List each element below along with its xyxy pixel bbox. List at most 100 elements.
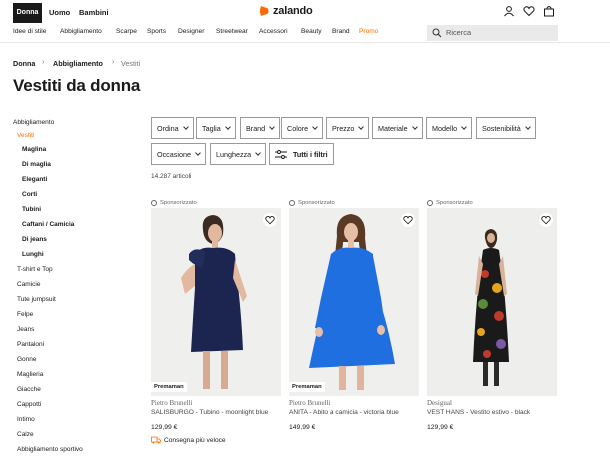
product-image[interactable]: Premaman — [289, 208, 419, 396]
product-name: ANITA - Abito a camicia - victoria blue — [289, 409, 399, 416]
sponsored-label: Sponsorizzato — [151, 197, 281, 208]
wishlist-button[interactable] — [539, 213, 553, 227]
nav-brand[interactable]: Brand — [332, 28, 350, 35]
nav-idee-di-stile[interactable]: Idee di stile — [13, 28, 46, 35]
sidebar-item-gonne[interactable]: Gonne — [17, 356, 37, 363]
user-icon[interactable] — [503, 5, 515, 17]
sidebar-item-tshirt-top[interactable]: T-shirt e Top — [17, 266, 53, 273]
zalando-logo[interactable]: zalando — [259, 5, 313, 17]
breadcrumb-vestiti: Vestiti — [121, 59, 141, 68]
heart-icon[interactable] — [523, 5, 535, 17]
search-input[interactable]: Ricerca — [427, 25, 558, 41]
sidebar-item-vestiti[interactable]: Vestiti — [17, 132, 34, 139]
nav-promo[interactable]: Promo — [359, 28, 378, 35]
all-filters-label: Tutti i filtri — [293, 149, 328, 159]
sidebar-item-camicie[interactable]: Camicie — [17, 281, 40, 288]
sidebar-item-abbigliamento[interactable]: Abbigliamento — [13, 119, 54, 126]
nav-designer[interactable]: Designer — [178, 28, 204, 35]
info-icon — [289, 199, 295, 206]
heart-icon — [541, 216, 551, 225]
info-icon — [151, 199, 157, 206]
filter-modello[interactable]: Modello — [426, 117, 473, 139]
product-image[interactable] — [427, 208, 557, 396]
bag-icon[interactable] — [543, 5, 555, 17]
wishlist-button[interactable] — [401, 213, 415, 227]
sidebar-item-felpe[interactable]: Felpe — [17, 311, 33, 318]
nav-sports[interactable]: Sports — [147, 28, 166, 35]
product-brand: Pietro Brunelli — [151, 399, 193, 407]
sidebar-sub-di-maglia[interactable]: Di maglia — [22, 161, 51, 168]
chevron-down-icon — [182, 123, 189, 130]
sidebar-sub-caftani-camicia[interactable]: Caftani / Camicia — [22, 221, 74, 228]
gender-tab-donna[interactable]: Donna — [13, 3, 42, 23]
article-count: 14.287 articoli — [151, 173, 192, 180]
sidebar-sub-maglina[interactable]: Maglina — [22, 146, 46, 153]
filter-lunghezza[interactable]: Lunghezza — [210, 143, 267, 165]
chevron-down-icon — [269, 123, 276, 130]
sponsored-label: Sponsorizzato — [427, 197, 557, 208]
filter-label: Materiale — [378, 123, 408, 133]
search-icon — [432, 28, 442, 38]
sidebar-item-intimo[interactable]: Intimo — [17, 416, 35, 423]
nav-beauty[interactable]: Beauty — [301, 28, 322, 35]
nav-abbigliamento[interactable]: Abbigliamento — [60, 28, 102, 35]
filter-occasione[interactable]: Occasione — [151, 143, 206, 165]
filter-label: Taglia — [202, 123, 221, 133]
delivery-text: Consegna più veloce — [164, 436, 226, 444]
sidebar-item-abbigliamento-sportivo[interactable]: Abbigliamento sportivo — [17, 446, 83, 453]
filter-sostenibilita[interactable]: Sostenibilità — [476, 117, 536, 139]
nav-accessori[interactable]: Accessori — [259, 28, 288, 35]
breadcrumb-donna[interactable]: Donna — [13, 59, 35, 68]
chevron-down-icon — [524, 123, 531, 130]
sidebar-item-pantaloni[interactable]: Pantaloni — [17, 341, 44, 348]
product-brand: Desigual — [427, 399, 452, 407]
chevron-down-icon — [255, 149, 262, 156]
nav-streetwear[interactable]: Streetwear — [216, 28, 248, 35]
model-photo — [427, 208, 557, 396]
filter-colore[interactable]: Colore — [281, 117, 324, 139]
product-card[interactable]: Sponsorizzato Premaman Pietro Brunelli S… — [151, 197, 281, 444]
filter-brand[interactable]: Brand — [240, 117, 281, 139]
sidebar-item-tute-jumpsuit[interactable]: Tute jumpsuit — [17, 296, 56, 303]
sidebar-sub-tubini[interactable]: Tubini — [22, 206, 41, 213]
product-badge: Premaman — [289, 382, 325, 392]
product-name: SALISBURGO - Tubino - moonlight blue — [151, 409, 269, 416]
chevron-right-icon: › — [42, 59, 45, 66]
filter-label: Prezzo — [332, 123, 355, 133]
sidebar-sub-lunghi[interactable]: Lunghi — [22, 251, 44, 258]
sidebar-item-calze[interactable]: Calze — [17, 431, 34, 438]
filter-prezzo[interactable]: Prezzo — [326, 117, 370, 139]
all-filters-button[interactable]: Tutti i filtri — [269, 143, 334, 165]
gender-tab-uomo[interactable]: Uomo — [49, 3, 70, 23]
chevron-down-icon — [312, 123, 319, 130]
filter-label: Brand — [246, 123, 266, 133]
product-card[interactable]: Sponsorizzato Premaman Pietro Brunelli A… — [289, 197, 419, 431]
wishlist-button[interactable] — [263, 213, 277, 227]
sidebar-item-jeans[interactable]: Jeans — [17, 326, 34, 333]
filter-materiale[interactable]: Materiale — [372, 117, 423, 139]
sidebar-item-maglieria[interactable]: Maglieria — [17, 371, 43, 378]
sidebar-sub-di-jeans[interactable]: Di jeans — [22, 236, 47, 243]
sidebar-item-cappotti[interactable]: Cappotti — [17, 401, 41, 408]
gender-tab-bambini[interactable]: Bambini — [79, 3, 109, 23]
top-header: Donna Uomo Bambini zalando — [0, 0, 610, 26]
breadcrumb-abbigliamento[interactable]: Abbigliamento — [53, 59, 103, 68]
sponsored-text: Sponsorizzato — [298, 199, 335, 206]
sidebar-sub-corti[interactable]: Corti — [22, 191, 37, 198]
heart-icon — [265, 216, 275, 225]
filter-taglia[interactable]: Taglia — [196, 117, 236, 139]
filter-ordina[interactable]: Ordina — [151, 117, 194, 139]
search-placeholder: Ricerca — [446, 28, 472, 37]
product-card[interactable]: Sponsorizzato Desigual VEST HANS - Vesti… — [427, 197, 557, 431]
model-photo — [151, 208, 281, 396]
product-price: 129,99 € — [151, 424, 178, 431]
chevron-down-icon — [358, 123, 365, 130]
filter-label: Ordina — [157, 123, 179, 133]
chevron-down-icon — [195, 149, 201, 156]
filter-sliders-icon — [275, 149, 287, 159]
product-image[interactable]: Premaman — [151, 208, 281, 396]
sidebar-sub-eleganti[interactable]: Eleganti — [22, 176, 47, 183]
sidebar-item-giacche[interactable]: Giacche — [17, 386, 41, 393]
product-price: 149,99 € — [289, 424, 316, 431]
nav-scarpe[interactable]: Scarpe — [116, 28, 137, 35]
